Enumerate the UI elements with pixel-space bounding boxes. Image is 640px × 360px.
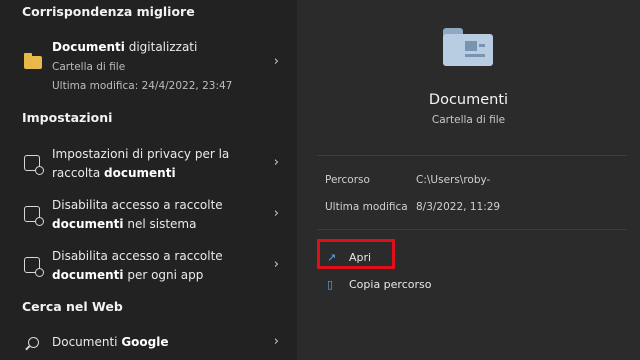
detail-label-modified: Ultima modifica <box>325 201 408 213</box>
settings-icon <box>24 155 44 175</box>
chevron-right-icon[interactable]: › <box>274 155 279 170</box>
settings-header: Impostazioni <box>22 110 113 125</box>
settings-item-line2: documenti nel sistema <box>52 217 197 231</box>
search-icon <box>28 337 39 348</box>
preview-pane: Documenti Cartella di file Percorso C:\U… <box>297 0 640 360</box>
folder-icon <box>24 53 42 69</box>
detail-value-path: C:\Users\roby- <box>416 174 491 186</box>
best-match-header: Corrispondenza migliore <box>22 4 195 19</box>
settings-item-line1: Disabilita accesso a raccolte <box>52 249 223 263</box>
folder-documents-icon <box>443 28 493 66</box>
best-match-type: Cartella di file <box>52 61 126 73</box>
search-results-pane: Corrispondenza migliore Documenti digita… <box>0 0 297 360</box>
best-match-name: Documenti digitalizzati <box>52 40 198 54</box>
copy-path-button[interactable]: ▯ Copia percorso <box>327 278 431 291</box>
settings-item-disable-app[interactable]: Disabilita accesso a raccolte documenti … <box>0 247 297 287</box>
best-match-item[interactable]: Documenti digitalizzati Cartella di file… <box>0 38 297 92</box>
preview-subtitle: Cartella di file <box>431 114 506 126</box>
settings-item-line2: documenti per ogni app <box>52 268 204 282</box>
settings-item-privacy[interactable]: Impostazioni di privacy per la raccolta … <box>0 145 297 185</box>
settings-item-line1: Disabilita accesso a raccolte <box>52 198 223 212</box>
chevron-right-icon[interactable]: › <box>274 257 279 272</box>
best-match-modified: Ultima modifica: 24/4/2022, 23:47 <box>52 80 233 92</box>
settings-item-line2: raccolta documenti <box>52 166 176 180</box>
chevron-right-icon[interactable]: › <box>274 54 279 69</box>
copy-path-label: Copia percorso <box>349 278 432 291</box>
detail-label-path: Percorso <box>325 174 370 186</box>
settings-icon <box>24 257 44 277</box>
settings-item-line1: Impostazioni di privacy per la <box>52 147 230 161</box>
preview-title: Documenti <box>428 92 509 108</box>
divider <box>317 229 627 230</box>
copy-icon: ▯ <box>327 278 334 291</box>
settings-item-disable-system[interactable]: Disabilita accesso a raccolte documenti … <box>0 196 297 236</box>
chevron-right-icon[interactable]: › <box>274 334 279 349</box>
detail-value-modified: 8/3/2022, 11:29 <box>416 201 501 213</box>
settings-icon <box>24 206 44 226</box>
chevron-right-icon[interactable]: › <box>274 206 279 221</box>
web-search-query: Documenti Google <box>52 335 169 349</box>
web-search-header: Cerca nel Web <box>22 299 123 314</box>
web-search-item[interactable]: Documenti Google › <box>0 333 297 355</box>
divider <box>317 155 627 156</box>
highlight-box <box>317 239 395 269</box>
